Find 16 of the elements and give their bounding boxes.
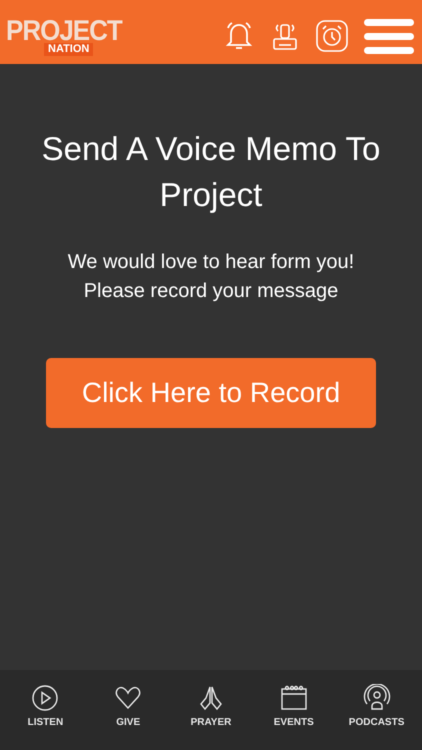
- tab-item[interactable]: PRAYER: [172, 684, 249, 730]
- page-title: Send A Voice Memo To Project: [40, 129, 382, 215]
- tab-item[interactable]: GIVE: [90, 684, 166, 730]
- podcast-icon: [362, 684, 391, 712]
- bell-icon[interactable]: [224, 20, 254, 52]
- menu-icon[interactable]: [364, 18, 414, 54]
- tab-item[interactable]: EVENTS: [256, 684, 332, 730]
- tab-item[interactable]: PODCASTS: [338, 684, 415, 730]
- play-icon: [31, 684, 60, 712]
- message-text: Please record your message: [84, 279, 338, 304]
- alarm-clock-icon[interactable]: [316, 20, 348, 52]
- message-text: We would love to hear form you!: [68, 250, 354, 275]
- tab-item[interactable]: LISTEN: [7, 684, 84, 730]
- app-logo: PROJECT NATION: [6, 16, 122, 56]
- calendar-icon: [280, 684, 308, 712]
- heart-icon: [114, 684, 142, 712]
